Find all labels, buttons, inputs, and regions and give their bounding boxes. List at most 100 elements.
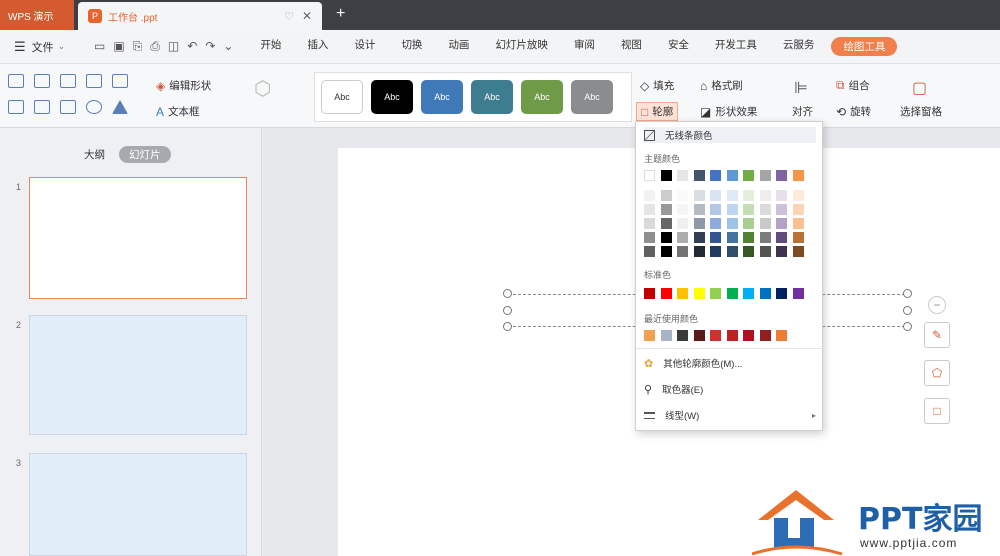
eyedropper-item[interactable]: ⚲ 取色器(E) [644,382,703,397]
theme-shade-swatch[interactable] [743,204,754,215]
redo-icon[interactable]: ↷ [205,39,215,54]
rotate-button[interactable]: ⟲ 旋转 [836,104,871,119]
theme-shade-swatch[interactable] [710,190,721,201]
triangle-shape[interactable] [112,100,128,114]
theme-shade-swatch[interactable] [693,218,705,229]
theme-shade-swatch[interactable] [644,190,655,201]
rect-shape-2[interactable] [112,74,128,88]
theme-color-swatch[interactable] [743,170,754,181]
recent-color-swatch[interactable] [693,330,705,341]
slide-thumbnail-1[interactable] [29,177,247,299]
theme-shade-swatch[interactable] [660,246,672,257]
recent-color-swatch[interactable] [759,330,771,341]
theme-shade-swatch[interactable] [693,246,705,257]
file-menu[interactable]: ☰ 文件 ⌄ [0,39,90,55]
no-outline-item[interactable]: 无线条颜色 [644,127,816,143]
outline-button[interactable]: □ 轮廓 [636,102,679,121]
tab-insert[interactable]: 插入 [294,37,341,56]
recent-color-swatch[interactable] [660,330,672,341]
grid-shape[interactable] [34,100,50,114]
resize-handle[interactable] [503,306,512,315]
align-button[interactable]: 对齐 [792,104,813,119]
standard-color-swatch[interactable] [743,288,754,299]
theme-color-swatch[interactable] [677,170,688,181]
print-icon[interactable]: ⎙ [150,39,160,54]
resize-handle[interactable] [503,289,512,298]
shape-style-2[interactable]: Abc [371,80,413,114]
theme-shade-swatch[interactable] [660,218,672,229]
theme-shade-swatch[interactable] [693,232,705,243]
new-tab-button[interactable]: + [336,5,345,23]
app-tab[interactable]: WPS 演示 [0,0,74,30]
theme-shade-swatch[interactable] [677,204,688,215]
text-shape[interactable] [60,100,76,114]
theme-shade-swatch[interactable] [710,204,721,215]
undo-icon[interactable]: ↶ [187,39,197,54]
standard-color-swatch[interactable] [726,288,738,299]
theme-shade-swatch[interactable] [644,204,655,215]
theme-shade-swatch[interactable] [759,232,771,243]
recent-color-swatch[interactable] [776,330,787,341]
shape-effect-button[interactable]: ◪ 形状效果 [700,104,757,119]
theme-color-swatch[interactable] [660,170,672,181]
theme-shade-swatch[interactable] [743,218,754,229]
tab-design[interactable]: 设计 [341,37,388,56]
theme-shade-swatch[interactable] [759,246,771,257]
round-corner-shape[interactable] [60,74,76,88]
table-shape[interactable] [8,100,24,114]
theme-color-swatch[interactable] [759,170,771,181]
theme-shade-swatch[interactable] [776,246,787,257]
theme-shade-swatch[interactable] [677,246,688,257]
resize-handle[interactable] [903,289,912,298]
export-icon[interactable]: ⎘ [133,39,143,54]
standard-color-swatch[interactable] [677,288,688,299]
more-icon[interactable]: ⌄ [223,39,233,54]
combine-button[interactable]: ⧉ 组合 [836,78,870,93]
rounded-rect-shape[interactable] [8,74,24,88]
tab-drawing-tools[interactable]: 绘图工具 [831,37,898,56]
select-pane-button[interactable]: 选择窗格 [900,104,942,119]
preview-icon[interactable]: ◫ [168,39,179,54]
theme-shade-swatch[interactable] [644,232,655,243]
tab-slides[interactable]: 幻灯片 [119,146,171,163]
format-painter-button[interactable]: ⌂ 格式刷 [700,78,743,93]
theme-shade-swatch[interactable] [644,246,655,257]
theme-color-swatch[interactable] [776,170,787,181]
theme-shade-swatch[interactable] [792,232,804,243]
tab-outline[interactable]: 大纲 [84,147,105,162]
standard-color-swatch[interactable] [660,288,672,299]
theme-shade-swatch[interactable] [693,204,705,215]
document-tab[interactable]: P 工作台 .ppt ♡ ✕ [78,2,322,30]
save-icon[interactable]: ▣ [113,39,124,54]
theme-shade-swatch[interactable] [776,190,787,201]
theme-shade-swatch[interactable] [759,218,771,229]
shape-style-4[interactable]: Abc [471,80,513,114]
more-colors-item[interactable]: ✿ 其他轮廓颜色(M)... [644,356,742,371]
shape-style-1[interactable]: Abc [321,80,363,114]
align-icon[interactable]: ⊫ [794,78,808,98]
theme-shade-swatch[interactable] [726,218,738,229]
theme-shade-swatch[interactable] [759,190,771,201]
theme-shade-swatch[interactable] [726,232,738,243]
theme-color-swatch[interactable] [710,170,721,181]
outline-square-icon[interactable]: □ [924,398,950,424]
resize-handle[interactable] [503,322,512,331]
select-pane-icon[interactable]: ▢ [912,78,927,98]
tab-transition[interactable]: 切换 [388,37,435,56]
slide-thumbnail-3[interactable] [29,453,247,556]
merge-shapes-icon[interactable]: ⬡ [254,76,271,101]
standard-color-swatch[interactable] [792,288,804,299]
tab-home[interactable]: 开始 [247,37,294,56]
theme-color-swatch[interactable] [726,170,738,181]
fill-icon[interactable]: ⬠ [924,360,950,386]
oval-shape[interactable] [86,100,102,114]
textbox-button[interactable]: A 文本框 [156,104,200,119]
tab-view[interactable]: 视图 [608,37,655,56]
standard-color-swatch[interactable] [776,288,787,299]
theme-shade-swatch[interactable] [792,246,804,257]
theme-color-swatch[interactable] [792,170,804,181]
tab-cloud[interactable]: 云服务 [770,37,828,56]
standard-color-swatch[interactable] [759,288,771,299]
close-tab-icon[interactable]: ✕ [302,9,312,23]
standard-color-swatch[interactable] [693,288,705,299]
